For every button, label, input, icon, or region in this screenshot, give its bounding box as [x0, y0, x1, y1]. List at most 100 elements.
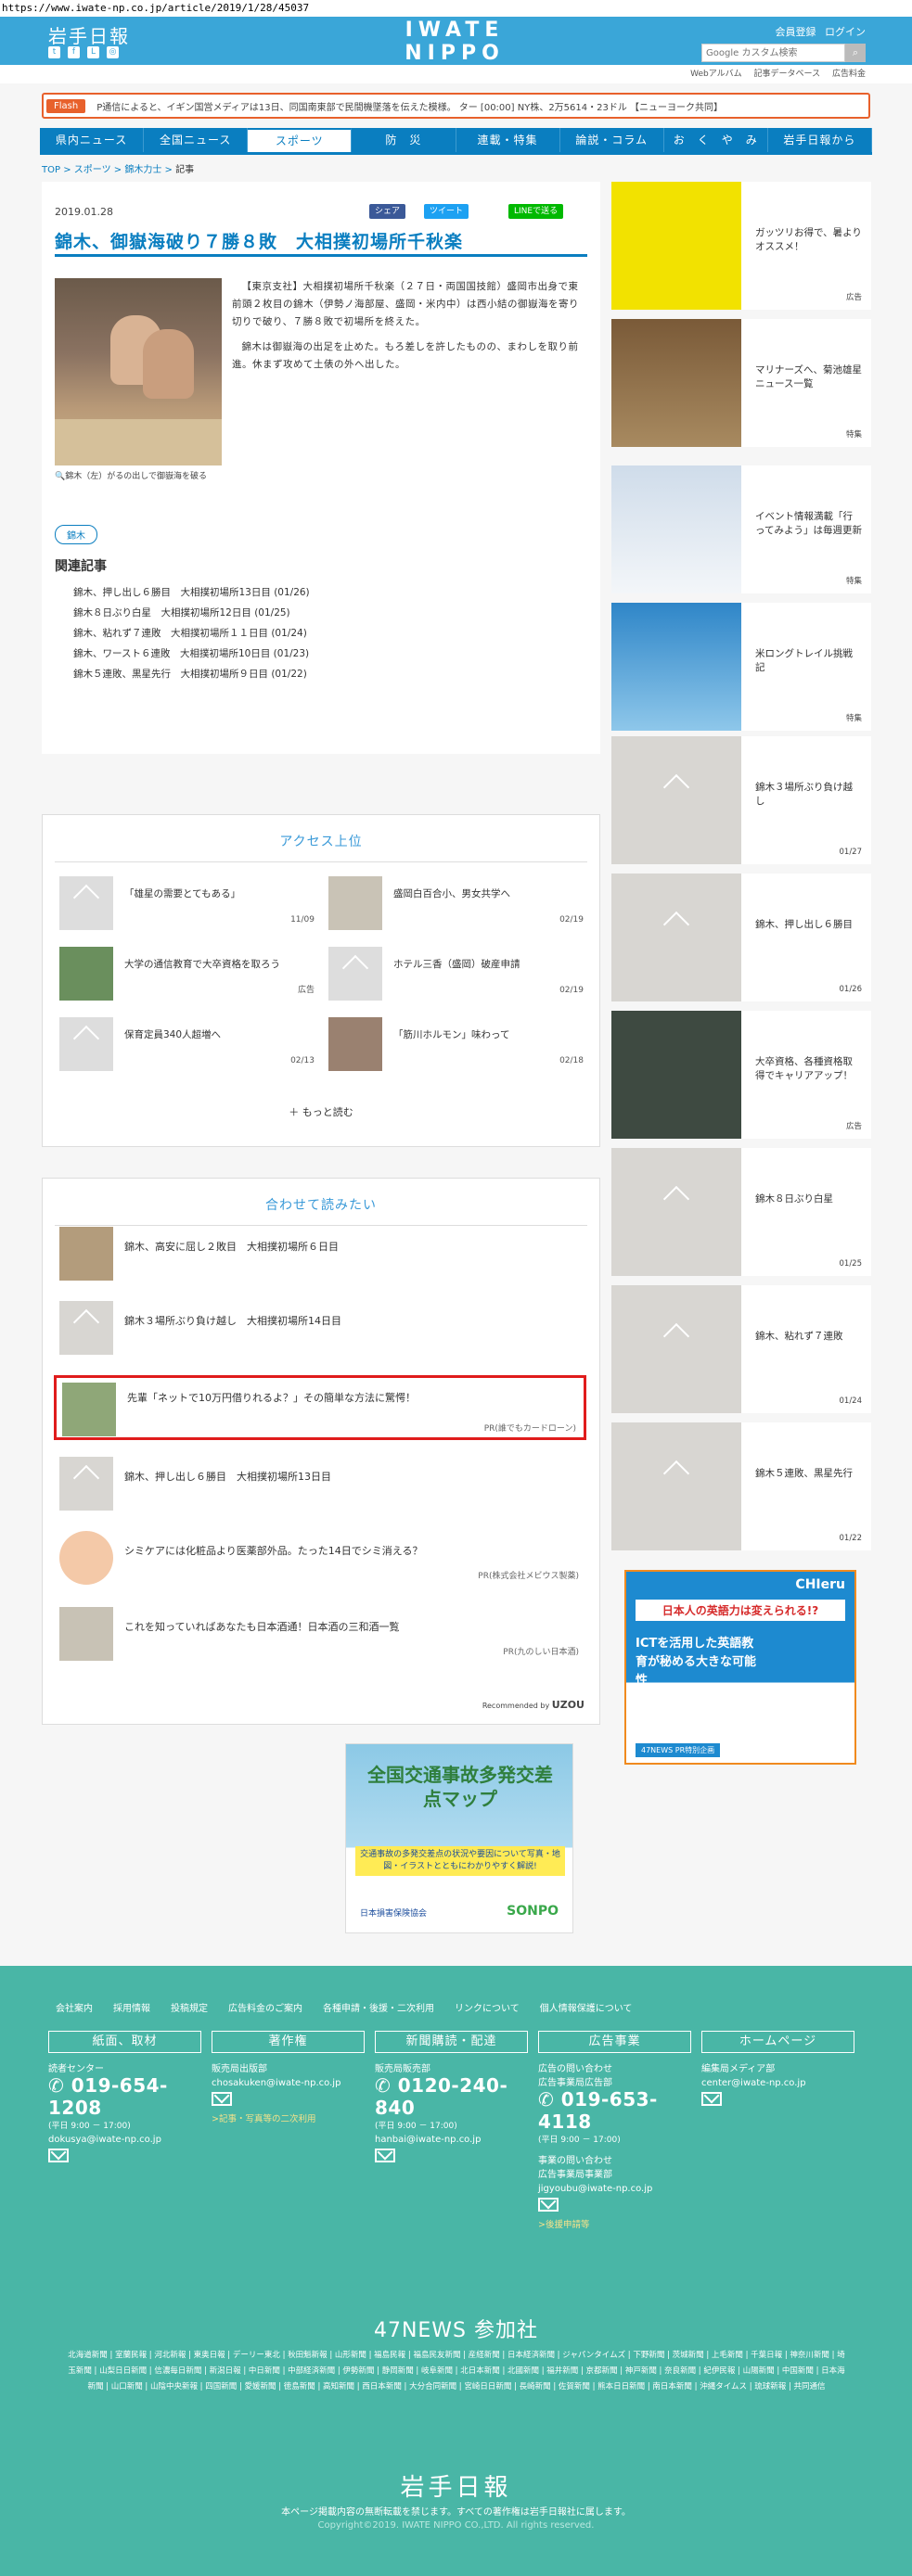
search-button[interactable]: ⌕: [845, 44, 866, 62]
phone-number[interactable]: ✆ 019-653-4118: [538, 2088, 691, 2133]
also-item[interactable]: シミケアには化粧品より医薬部外品。たった14日でシミ消える？ PR(株式会社メビ…: [59, 1531, 586, 1585]
footer-link[interactable]: 採用情報: [113, 2000, 150, 2014]
email-link[interactable]: center@iwate-np.co.jp: [701, 2078, 854, 2088]
mail-icon[interactable]: [48, 2149, 69, 2162]
ranking-item[interactable]: 「雄星の需要とてもある」 11/09: [59, 876, 319, 932]
also-item[interactable]: 錦木、高安に屈し２敗目 大相撲初場所６日目: [59, 1227, 586, 1281]
site-logo[interactable]: 岩手日報: [48, 21, 130, 48]
twitter-share-button[interactable]: ツイート: [424, 204, 469, 219]
line-share-button[interactable]: LINEで送る: [508, 204, 564, 219]
sidebar-ad-charimatsu[interactable]: ガッツリお得で、暑よりオススメ！ 広告: [611, 182, 871, 310]
recommended-by[interactable]: Recommended by UZOU: [482, 1699, 584, 1711]
article-tag[interactable]: 錦木: [55, 525, 97, 544]
also-item[interactable]: これを知っていればあなたも日本酒通！日本酒の三和酒一覧 PR(九のしい日本酒): [59, 1607, 586, 1661]
also-item[interactable]: 錦木３場所ぶり負け越し 大相撲初場所14日目: [59, 1301, 586, 1355]
trail-image: [611, 603, 741, 731]
footer-link[interactable]: 個人情報保護について: [540, 2000, 633, 2014]
nav-column[interactable]: 論説・コラム: [560, 128, 664, 152]
sidebar-feature-item[interactable]: イベント情報満載「行ってみよう」は毎週更新 特集: [611, 465, 871, 593]
sub-link-album[interactable]: Webアルバム: [690, 70, 742, 79]
facebook-icon[interactable]: f: [68, 46, 80, 58]
mail-icon[interactable]: [538, 2198, 559, 2212]
sidebar-article-item[interactable]: 錦木８日ぶり白星 01/25: [611, 1148, 871, 1276]
mail-icon[interactable]: [212, 2092, 232, 2106]
related-link[interactable]: 錦木、ワースト６連敗 大相撲初場所10日目 (01/23): [73, 644, 310, 664]
nav-obituary[interactable]: お く や み: [664, 128, 768, 152]
flash-text[interactable]: P通信によると、イギン国営メディアは13日、同国南東部で民間機墜落を伝えた模様。…: [96, 99, 839, 113]
footer-link[interactable]: 投稿規定: [171, 2000, 208, 2014]
related-link[interactable]: 錦木５連敗、黒星先行 大相撲初場所９日目 (01/22): [73, 664, 310, 684]
breadcrumb-wrestler[interactable]: 錦木力士: [124, 165, 161, 175]
ranking-item[interactable]: ホテル三香（盛岡）破産申請 02/19: [328, 947, 588, 1002]
flash-news-bar[interactable]: Flash P通信によると、イギン国営メディアは13日、同国南東部で民間機墜落を…: [42, 93, 870, 119]
nav-prefecture[interactable]: 県内ニュース: [40, 128, 145, 152]
footer-col-sub: 読者センター: [48, 2064, 104, 2074]
mail-icon[interactable]: [375, 2149, 395, 2162]
sidebar-text: ガッツリお得で、暑よりオススメ！: [755, 227, 862, 252]
sponsor-link[interactable]: >後援申請等: [538, 2217, 691, 2230]
also-item[interactable]: 錦木、押し出し６勝目 大相撲初場所13日目: [59, 1457, 586, 1511]
header-right: 会員登録 ログイン ⌕: [701, 24, 866, 62]
also-text: これを知っていればあなたも日本酒通！日本酒の三和酒一覧: [124, 1621, 400, 1633]
email-link[interactable]: hanbai@iwate-np.co.jp: [375, 2135, 528, 2145]
article-photo[interactable]: [55, 278, 222, 465]
highlighted-ad-item[interactable]: 先輩「ネットで10万円借りれるよ？」その簡単な方法に驚愕！ PR(誰でもカードロ…: [54, 1375, 586, 1440]
sidebar-article-item[interactable]: 錦木３場所ぶり負け越し 01/27: [611, 736, 871, 864]
sidebar-label: 広告: [845, 293, 862, 302]
email-link[interactable]: jigyoubu@iwate-np.co.jp: [538, 2184, 691, 2194]
footer-link[interactable]: 広告料金のご案内: [228, 2000, 302, 2014]
ranking-item[interactable]: 「筋川ホルモン」味わって 02/18: [328, 1017, 588, 1073]
hours: (平日 9:00 － 17:00): [375, 2122, 457, 2131]
secondary-use-link[interactable]: >記事・写真等の二次利用: [212, 2111, 365, 2124]
facebook-share-button[interactable]: シェア: [369, 204, 406, 219]
breadcrumb-current: 記事: [175, 165, 195, 175]
zoom-icon[interactable]: 🔍: [55, 472, 65, 481]
login-link[interactable]: ログイン: [825, 26, 866, 38]
email-link[interactable]: dokusya@iwate-np.co.jp: [48, 2135, 201, 2145]
twitter-icon[interactable]: t: [48, 46, 60, 58]
footer-logo[interactable]: 岩手日報: [0, 2468, 912, 2503]
register-link[interactable]: 会員登録: [776, 26, 816, 38]
related-link[interactable]: 錦木、粘れず７連敗 大相撲初場所１１日目 (01/24): [73, 623, 310, 644]
traffic-map-ad[interactable]: 全国交通事故多発交差点マップ 交通事故の多発交差点の状況や要因について写真・地図…: [345, 1743, 573, 1933]
sidebar-english-ad[interactable]: CHIeru 日本人の英語力は変えられる!? ICTを活用した英語教育が秘める大…: [624, 1570, 856, 1765]
footer-link[interactable]: リンクについて: [455, 2000, 520, 2014]
mail-icon[interactable]: [701, 2092, 722, 2106]
instagram-icon[interactable]: ◎: [107, 46, 119, 58]
sidebar-feature-item[interactable]: 米ロングトレイル挑戦記 特集: [611, 603, 871, 731]
breadcrumb-top[interactable]: TOP: [42, 165, 60, 175]
phone-icon: ✆: [375, 2074, 398, 2097]
nav-series[interactable]: 連載・特集: [456, 128, 560, 152]
news47-member-list[interactable]: 北海道新聞 | 室蘭民報 | 河北新報 | 東奥日報 | デーリー東北 | 秋田…: [67, 2348, 846, 2395]
sidebar-ad-item[interactable]: 大卒資格、各種資格取得でキャリアアップ！ 広告: [611, 1011, 871, 1139]
sidebar-label: 特集: [845, 430, 862, 440]
ranking-item[interactable]: 大学の通信教育で大卒資格を取ろう 広告: [59, 947, 319, 1002]
pr-label: PR(誰でもカードローン): [483, 1424, 576, 1434]
email-link[interactable]: chosakuken@iwate-np.co.jp: [212, 2078, 365, 2088]
nav-sports[interactable]: スポーツ: [248, 128, 353, 152]
nav-national[interactable]: 全国ニュース: [144, 128, 249, 152]
breadcrumb-sports[interactable]: スポーツ: [74, 165, 111, 175]
sidebar-article-item[interactable]: 錦木５連敗、黒星先行 01/22: [611, 1422, 871, 1550]
ranking-item[interactable]: 保育定員340人超増へ 02/13: [59, 1017, 319, 1073]
sidebar-article-item[interactable]: 錦木、粘れず７連敗 01/24: [611, 1285, 871, 1413]
nav-from-iwate[interactable]: 岩手日報から: [768, 128, 872, 152]
line-icon[interactable]: L: [87, 46, 99, 58]
footer-link[interactable]: 会社案内: [56, 2000, 93, 2014]
ranking-date: 11/09: [290, 915, 315, 925]
sub-link-database[interactable]: 記事データベース: [754, 70, 821, 79]
related-link[interactable]: 錦木８日ぶり白星 大相撲初場所12日目 (01/25): [73, 603, 310, 623]
phone-number[interactable]: ✆ 019-654-1208: [48, 2074, 201, 2119]
search-box: ⌕: [701, 44, 866, 62]
sidebar-article-item[interactable]: 錦木、押し出し６勝目 01/26: [611, 874, 871, 1001]
phone-number[interactable]: ✆ 0120-240-840: [375, 2074, 528, 2119]
ranking-item[interactable]: 盛岡白百合小、男女共学へ 02/19: [328, 876, 588, 932]
related-link[interactable]: 錦木、押し出し６勝目 大相撲初場所13日目 (01/26): [73, 582, 310, 603]
nav-disaster[interactable]: 防 災: [352, 128, 456, 152]
sidebar-feature-item[interactable]: マリナーズへ、菊池雄星ニュース一覧 特集: [611, 319, 871, 447]
sub-link-ad-rates[interactable]: 広告料金: [832, 70, 866, 79]
read-more-link[interactable]: ＋ もっと読む: [43, 1104, 599, 1119]
center-logo[interactable]: IWATE NIPPO 2019.03.14. 木: [385, 19, 524, 75]
search-input[interactable]: [701, 44, 845, 62]
footer-link[interactable]: 各種申請・後援・二次利用: [323, 2000, 434, 2014]
